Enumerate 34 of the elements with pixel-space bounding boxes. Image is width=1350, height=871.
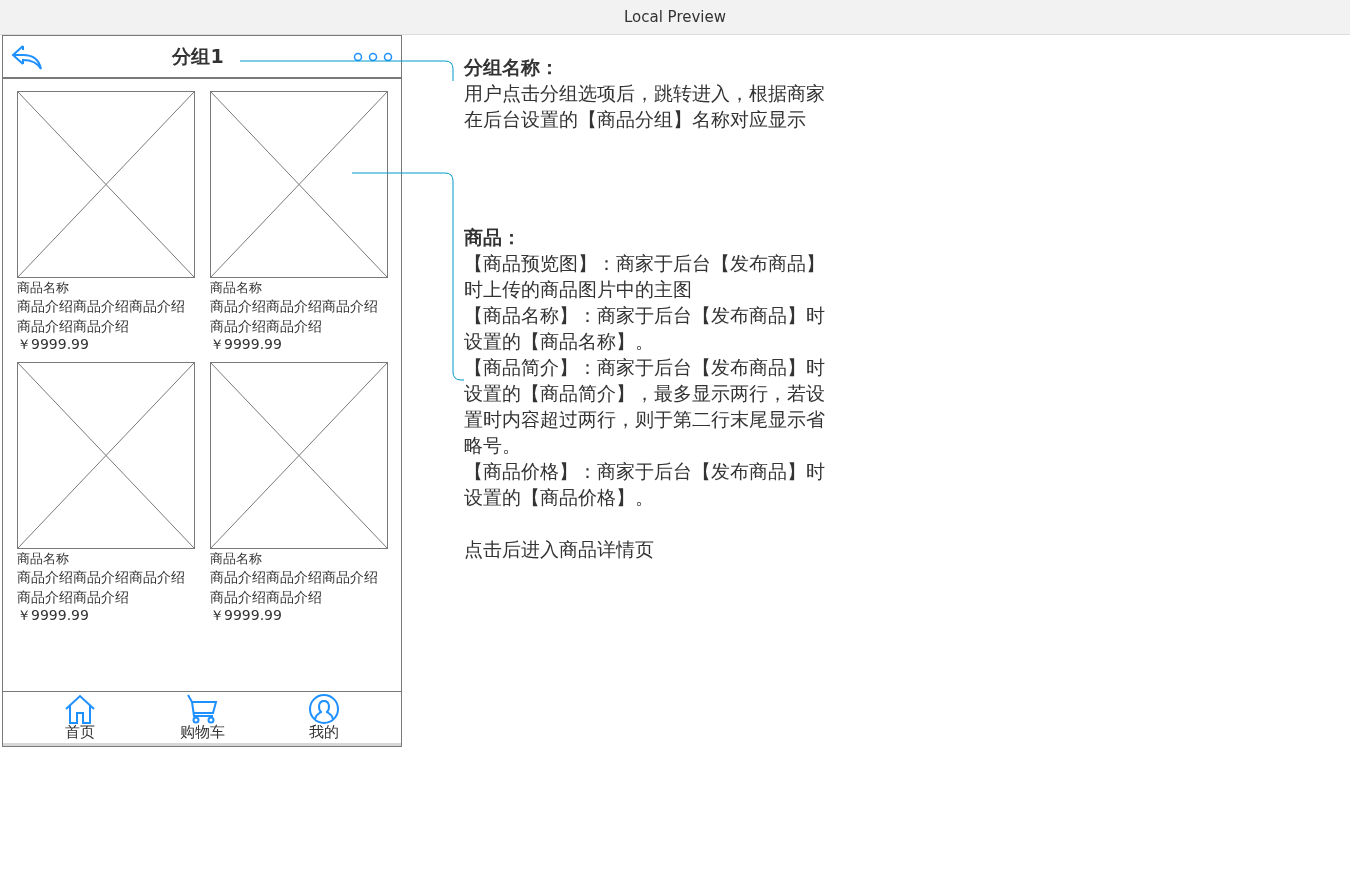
annotation-title: 分组名称： (464, 55, 560, 80)
window-title: Local Preview (623, 6, 726, 28)
page-title: 分组1 (172, 44, 224, 70)
product-price: ￥9999.99 (210, 336, 283, 352)
annotation-text: 用户点击分组选项后，跳转进入，根据商家在后台设置的【商品分组】名称对应显示 (464, 81, 826, 132)
annotation-text: 【商品价格】：商家于后台【发布商品】时设置的【商品价格】。 (464, 459, 826, 510)
home-icon (64, 694, 96, 724)
user-icon (308, 694, 340, 724)
product-price: ￥9999.99 (17, 336, 90, 352)
product-name: 商品名称 (17, 280, 70, 296)
image-placeholder[interactable] (210, 362, 388, 549)
annotation-text: 【商品预览图】：商家于后台【发布商品】时上传的商品图片中的主图 (464, 251, 826, 302)
product-description: 商品介绍商品介绍商品介绍商品介绍商品介绍 (210, 568, 379, 607)
tab-bar-item[interactable]: 首页 (19, 694, 141, 741)
product-name: 商品名称 (17, 551, 70, 567)
back-icon[interactable] (11, 43, 43, 70)
product-price: ￥9999.99 (17, 607, 90, 623)
tab-bar-item[interactable]: 购物车 (141, 694, 263, 741)
product-price: ￥9999.99 (210, 607, 283, 623)
annotation-text: 【商品名称】：商家于后台【发布商品】时设置的【商品名称】。 (464, 303, 826, 354)
product-description: 商品介绍商品介绍商品介绍商品介绍商品介绍 (210, 297, 379, 336)
product-description: 商品介绍商品介绍商品介绍商品介绍商品介绍 (17, 568, 186, 607)
cart-icon (186, 694, 218, 724)
annotation-text: 【商品简介】：商家于后台【发布商品】时设置的【商品简介】，最多显示两行，若设置时内容超过两行，则于第二行末尾显示省略号。 (464, 355, 826, 458)
annotation-text: 点击后进入商品详情页 (464, 537, 655, 562)
product-name: 商品名称 (210, 280, 263, 296)
product-description: 商品介绍商品介绍商品介绍商品介绍商品介绍 (17, 297, 186, 336)
annotation-title: 商品： (464, 225, 522, 250)
image-placeholder[interactable] (17, 362, 195, 549)
tab-bar-item[interactable]: 我的 (263, 694, 385, 741)
product-name: 商品名称 (210, 551, 263, 567)
image-placeholder[interactable] (17, 91, 195, 278)
more-icon[interactable] (353, 51, 393, 62)
image-placeholder[interactable] (210, 91, 388, 278)
